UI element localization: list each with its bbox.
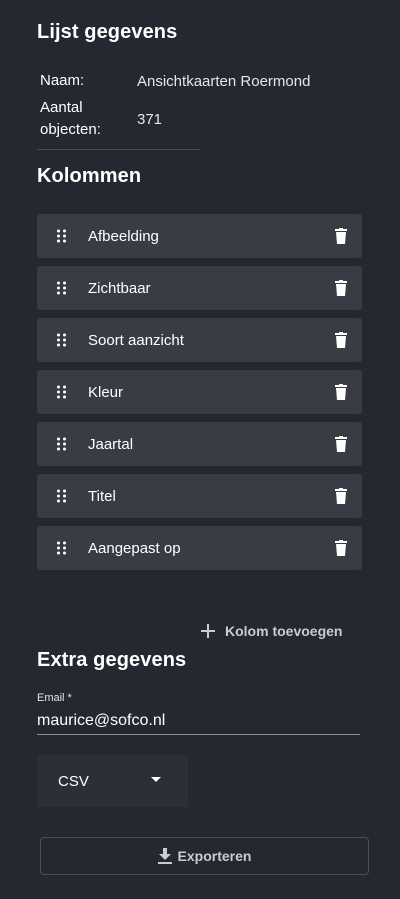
column-label: Jaartal — [88, 435, 134, 453]
column-item[interactable]: Afbeelding — [37, 214, 362, 258]
name-label: Naam: — [40, 72, 85, 89]
trash-icon[interactable] — [335, 228, 347, 244]
list-info-table: Naam: Ansichtkaarten Roermond Aantal obj… — [40, 68, 340, 141]
export-button[interactable]: Exporteren — [40, 837, 369, 875]
plus-icon — [201, 624, 215, 638]
trash-icon[interactable] — [335, 280, 347, 296]
column-item[interactable]: Soort aanzicht — [37, 318, 362, 362]
column-item[interactable]: Zichtbaar — [37, 266, 362, 310]
download-icon — [157, 848, 172, 864]
drag-handle-icon[interactable] — [57, 229, 66, 243]
trash-icon[interactable] — [335, 384, 347, 400]
format-select[interactable]: CSV — [37, 755, 188, 807]
trash-icon[interactable] — [335, 436, 347, 452]
drag-handle-icon[interactable] — [57, 541, 66, 555]
extra-details-title: Extra gegevens — [37, 649, 187, 671]
drag-handle-icon[interactable] — [57, 489, 66, 503]
export-label: Exporteren — [177, 848, 252, 864]
drag-handle-icon[interactable] — [57, 333, 66, 347]
column-label: Kleur — [88, 383, 124, 401]
columns-title: Kolommen — [37, 165, 142, 187]
column-label: Zichtbaar — [88, 279, 151, 297]
add-column-label: Kolom toevoegen — [225, 623, 343, 639]
column-label: Aangepast op — [88, 539, 181, 557]
trash-icon[interactable] — [335, 540, 347, 556]
list-details-title: Lijst gegevens — [37, 21, 178, 43]
drag-handle-icon[interactable] — [57, 281, 66, 295]
name-row: Naam: Ansichtkaarten Roermond — [40, 68, 340, 94]
drag-handle-icon[interactable] — [57, 437, 66, 451]
drag-handle-icon[interactable] — [57, 385, 66, 399]
count-label-line1: Aantal — [40, 99, 83, 116]
trash-icon[interactable] — [335, 332, 347, 348]
count-label-line2: objecten: — [40, 121, 101, 138]
column-item[interactable]: Aangepast op — [37, 526, 362, 570]
column-item[interactable]: Kleur — [37, 370, 362, 414]
email-label: Email * — [37, 692, 72, 704]
column-label: Afbeelding — [88, 227, 159, 245]
column-item[interactable]: Jaartal — [37, 422, 362, 466]
export-panel: Lijst gegevens Naam: Ansichtkaarten Roer… — [0, 0, 400, 899]
count-value: 371 — [137, 110, 163, 128]
column-list: Afbeelding Zichtbaar Soort aanzicht Kleur Ja… — [37, 214, 362, 578]
email-input[interactable] — [37, 708, 360, 735]
name-value: Ansichtkaarten Roermond — [137, 72, 311, 90]
column-item[interactable]: Titel — [37, 474, 362, 518]
caret-down-icon — [151, 777, 161, 782]
add-column-button[interactable]: Kolom toevoegen — [200, 620, 342, 642]
divider — [37, 149, 200, 150]
count-label: Aantal objecten: — [40, 97, 137, 141]
format-select-value: CSV — [58, 772, 89, 790]
trash-icon[interactable] — [335, 488, 347, 504]
column-label: Soort aanzicht — [88, 331, 184, 349]
column-label: Titel — [88, 487, 116, 505]
count-row: Aantal objecten: 371 — [40, 97, 340, 141]
